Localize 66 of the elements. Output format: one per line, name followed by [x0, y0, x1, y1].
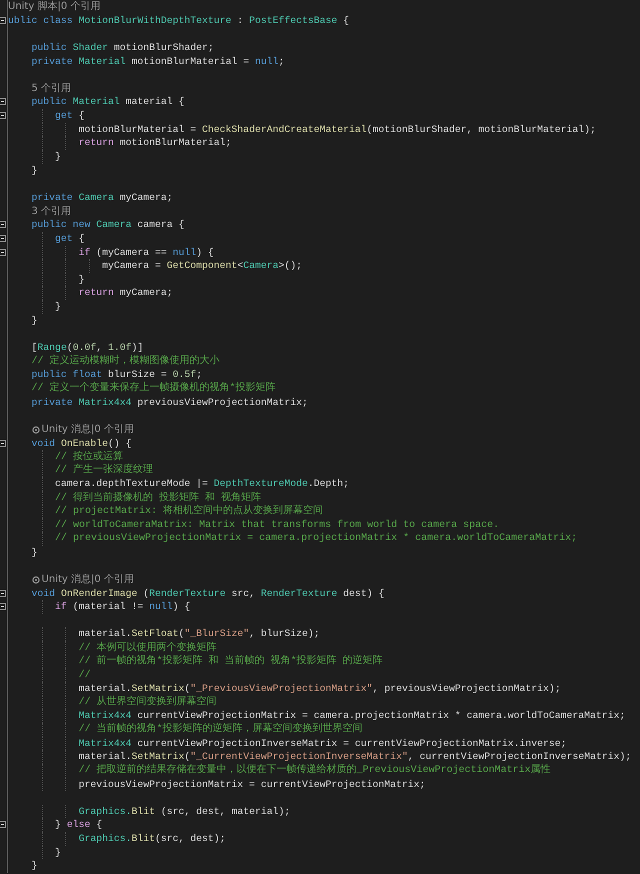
code-line: }	[32, 164, 38, 178]
code-line: }	[32, 546, 38, 560]
collapse-icon[interactable]	[0, 234, 6, 242]
code-line: Matrix4x4 currentViewProjectionInverseMatrix = currentViewProjectionMatrix.inverse;	[78, 736, 567, 750]
collapse-icon[interactable]	[0, 821, 6, 828]
code-line: ublic class MotionBlurWithDepthTexture : PostEffectsBase {	[8, 14, 350, 28]
code-line: // projectMatrix: 将相机空间中的点从变换到屏幕空间	[55, 504, 324, 519]
collapse-icon[interactable]	[0, 112, 6, 120]
code-line: // 得到当前摄像机的 投影矩阵 和 视角矩阵	[55, 490, 262, 504]
code-line: return myCamera;	[78, 286, 173, 300]
code-line: //	[78, 668, 91, 683]
code-line: material.SetMatrix("_PreviousViewProjectionMatrix", previousViewProjectionMatrix);	[78, 682, 561, 696]
code-line: material.SetMatrix("_CurrentViewProjectionInverseMatrix", currentViewProjectionInverseMatrix);	[78, 750, 632, 764]
code-line: get {	[55, 232, 84, 246]
code-line: }	[78, 272, 84, 286]
code-line: }	[32, 314, 38, 328]
code-line: Matrix4x4 currentViewProjectionMatrix = camera.projectionMatrix * camera.worldToCameraMatrix;	[78, 709, 626, 722]
code-line: if (material != null) {	[55, 600, 190, 614]
collapse-icon[interactable]	[0, 590, 6, 597]
code-line: public Material material {	[32, 95, 184, 110]
code-line: myCamera = GetComponent<Camera>();	[102, 259, 302, 273]
codelens-text[interactable]: 5 个引用	[32, 82, 72, 96]
code-line: }	[55, 846, 61, 860]
code-line: }	[55, 150, 61, 164]
collapse-icon[interactable]	[0, 16, 6, 24]
code-line: // 从世界空间变换到屏幕空间	[78, 695, 217, 710]
code-line: // 按位或运算	[55, 450, 124, 464]
codelens-text[interactable]: Unity 消息|0 个引用	[42, 573, 134, 586]
code-line: // 产生一张深度纹理	[55, 463, 154, 478]
code-line: get {	[55, 109, 84, 123]
codelens-text[interactable]: Unity 脚本|0 个引用	[8, 0, 100, 14]
code-line: // 前一帧的视角*投影矩阵 和 当前帧的 视角*投影矩阵 的逆矩阵	[78, 654, 383, 669]
code-line: void OnRenderImage (RenderTexture src, RenderTexture dest) {	[32, 586, 384, 600]
code-line: // 当前帧的视角*投影矩阵的逆矩阵，屏幕空间变换到世界空间	[78, 722, 363, 738]
code-line: previousViewProjectionMatrix = currentViewProjectionMatrix;	[78, 778, 426, 792]
collapse-icon[interactable]	[0, 440, 6, 446]
code-line: public Shader motionBlurShader;	[32, 40, 214, 55]
code-line: [Range(0.0f, 1.0f)]	[32, 341, 144, 354]
code-line: public float blurSize = 0.5f;	[32, 368, 202, 382]
codelens-text[interactable]: Unity 消息|0 个引用	[42, 423, 134, 436]
code-line: // 把取逆前的结果存储在变量中，以便在下一帧传递给材质的_PreviousViewProjectionMatrix属性	[78, 763, 551, 778]
code-line: material.SetFloat("_BlurSize", blurSize);	[78, 627, 320, 642]
collapse-icon[interactable]	[0, 221, 6, 228]
codelens-text[interactable]: 3 个引用	[32, 204, 72, 218]
code-line: public new Camera camera {	[32, 218, 184, 232]
code-line: // 本例可以使用两个变换矩阵	[78, 640, 217, 654]
code-line: private Material motionBlurMaterial = null;	[32, 54, 284, 68]
code-line: }	[55, 300, 61, 314]
code-line: Graphics.Blit(src, dest);	[78, 832, 226, 846]
code-line: } else {	[55, 818, 102, 832]
code-line: void OnEnable() {	[32, 436, 132, 450]
code-line: motionBlurMaterial = CheckShaderAndCreateMaterial(motionBlurShader, motionBlurMaterial);	[78, 122, 596, 136]
code-line: // previousViewProjectionMatrix = camera.projectionMatrix * camera.worldToCameraMatrix;	[55, 532, 578, 546]
code-line: // 定义一个变量来保存上一帧摄像机的视角*投影矩阵	[32, 381, 276, 396]
collapse-icon[interactable]	[0, 98, 6, 106]
code-line: private Matrix4x4 previousViewProjectionMatrix;	[32, 396, 308, 410]
code-line: // 定义运动模糊时，模糊图像使用的大小	[32, 354, 220, 369]
code-line: private Camera myCamera;	[32, 190, 173, 205]
collapse-icon[interactable]	[0, 603, 6, 610]
code-line: }	[32, 859, 38, 874]
collapse-icon[interactable]	[0, 248, 6, 256]
code-line: Graphics.Blit (src, dest, material);	[78, 804, 290, 818]
code-line: camera.depthTextureMode |= DepthTextureMode.Depth;	[55, 477, 350, 492]
code-line: return motionBlurMaterial;	[78, 136, 232, 150]
code-line: if (myCamera == null) {	[78, 246, 214, 260]
code-line: // worldToCameraMatrix: Matrix that transforms from world to camera space.	[55, 518, 500, 532]
